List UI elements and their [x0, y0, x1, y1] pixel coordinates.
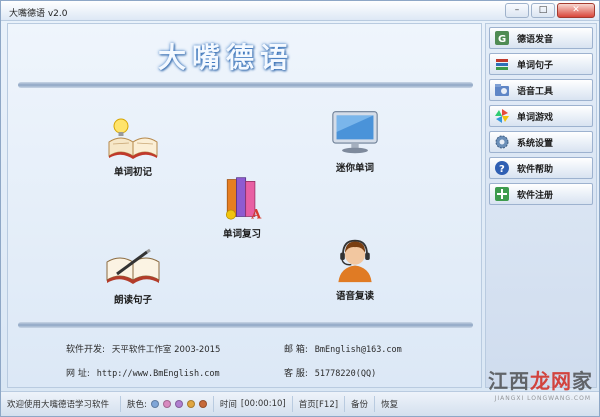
email-info: 邮 箱: BmEnglish@163.com: [284, 342, 402, 355]
feature-label: 单词初记: [113, 167, 152, 178]
window-controls: – □ ✕: [505, 3, 595, 18]
feature-mini-words[interactable]: 迷你单词: [310, 108, 400, 174]
feature-label: 单词复习: [222, 229, 261, 240]
sidebar-item-label: 单词游戏: [517, 112, 554, 123]
help-question-icon: ?: [495, 161, 509, 175]
svg-text:G: G: [498, 34, 506, 45]
svg-text:?: ?: [499, 164, 505, 175]
skin-dot[interactable]: [162, 400, 171, 408]
feature-label: 迷你单词: [335, 163, 374, 174]
skin-dot[interactable]: [198, 400, 207, 408]
time-display: 时间 [00:00:10]: [214, 396, 293, 412]
close-button[interactable]: ✕: [557, 3, 595, 18]
site-value[interactable]: http://www.BmEnglish.com: [97, 369, 220, 379]
feature-word-review[interactable]: A 单词复习: [197, 174, 287, 240]
sidebar-item-register[interactable]: 软件注册: [489, 183, 593, 205]
sidebar: G 德语发音 单词句子 语音工具 单词游戏 系统设置 ? 软件帮助 软件注册: [485, 23, 597, 388]
backup-label: 备份: [351, 400, 369, 410]
gear-icon: [495, 135, 509, 149]
restore-label: 恢复: [381, 400, 399, 410]
g-letter-icon: G: [495, 31, 509, 45]
sidebar-item-label: 软件帮助: [517, 164, 554, 175]
watermark-text-red: 龙网: [530, 369, 572, 393]
skin-label: 肤色:: [127, 400, 147, 410]
feature-label: 语音复读: [335, 291, 374, 302]
restore-button[interactable]: 恢复: [375, 396, 404, 412]
feature-word-learn[interactable]: 单词初记: [88, 112, 178, 178]
stacked-books-icon: A: [225, 177, 262, 222]
sidebar-item-pronunciation[interactable]: G 德语发音: [489, 27, 593, 49]
email-label: 邮 箱:: [284, 345, 308, 355]
home-label: 首页[F12]: [298, 400, 339, 410]
sidebar-item-label: 系统设置: [517, 138, 554, 149]
service-value: 51778220(QQ): [314, 369, 377, 379]
site-info: 网 址: http://www.BmEnglish.com: [66, 366, 220, 379]
service-info: 客 服: 51778220(QQ): [284, 366, 376, 379]
developer-info: 软件开发: 天平软件工作室 2003-2015: [66, 342, 220, 355]
watermark: 江西龙网家: [488, 365, 593, 394]
developer-label: 软件开发:: [66, 345, 106, 355]
book-stack-icon: [496, 59, 508, 70]
sidebar-item-label: 单词句子: [517, 60, 554, 71]
developer-value: 天平软件工作室 2003-2015: [111, 345, 221, 355]
svg-text:A: A: [250, 207, 262, 222]
minimize-button[interactable]: –: [505, 3, 529, 18]
service-label: 客 服:: [284, 369, 308, 379]
watermark-text-end: 家: [572, 369, 593, 393]
main-panel: 大嘴德语 单词初记 迷你单词 A 单词复习 朗读句子 语音复读 软件开发: 天平…: [7, 23, 482, 388]
sidebar-item-label: 软件注册: [517, 190, 554, 201]
welcome-text: 欢迎使用大嘴德语学习软件: [1, 396, 121, 412]
computer-monitor-icon: [332, 111, 378, 154]
window-title: 大嘴德语 v2.0: [9, 9, 68, 19]
sidebar-item-label: 德语发音: [517, 34, 554, 45]
sidebar-item-word-games[interactable]: 单词游戏: [489, 105, 593, 127]
top-divider: [18, 82, 473, 88]
skin-dot[interactable]: [174, 400, 183, 408]
sidebar-item-settings[interactable]: 系统设置: [489, 131, 593, 153]
app-title: 大嘴德语: [158, 41, 295, 74]
site-label: 网 址:: [66, 369, 90, 379]
sidebar-item-voice-tools[interactable]: 语音工具: [489, 79, 593, 101]
feature-voice-repeat[interactable]: 语音复读: [310, 236, 400, 302]
watermark-text: 江西: [488, 369, 530, 393]
time-value: [00:00:10]: [240, 399, 286, 409]
sidebar-item-words-sentences[interactable]: 单词句子: [489, 53, 593, 75]
skin-selector: 肤色:: [121, 396, 214, 412]
headset-operator-icon: [338, 239, 372, 283]
watermark-subtext: JIANGXI LONGWANG.COM: [494, 395, 591, 402]
title-bar: 大嘴德语 v2.0 – □ ✕: [1, 1, 599, 21]
maximize-button[interactable]: □: [531, 3, 555, 18]
time-label: 时间: [219, 400, 237, 410]
email-value[interactable]: BmEnglish@163.com: [315, 345, 402, 355]
skin-dot[interactable]: [150, 400, 159, 408]
backup-button[interactable]: 备份: [345, 396, 376, 412]
sidebar-item-help[interactable]: ? 软件帮助: [489, 157, 593, 179]
app-window: 大嘴德语 v2.0 – □ ✕ 大嘴德语 单词初记 迷你单词 A 单词复习 朗读…: [0, 0, 600, 417]
sidebar-item-label: 语音工具: [517, 86, 554, 97]
colorful-pinwheel-icon: [495, 109, 509, 123]
open-book-lightbulb-icon: [108, 118, 158, 159]
feature-label: 朗读句子: [113, 295, 152, 306]
welcome-label: 欢迎使用大嘴德语学习软件: [7, 400, 110, 410]
skin-dot[interactable]: [186, 400, 195, 408]
register-plus-icon: [495, 187, 509, 201]
folder-tools-icon: [495, 84, 509, 96]
feature-read-sentence[interactable]: 朗读句子: [88, 240, 178, 306]
book-pen-icon: [106, 248, 160, 284]
bottom-divider: [18, 322, 473, 328]
home-button[interactable]: 首页[F12]: [293, 396, 346, 412]
